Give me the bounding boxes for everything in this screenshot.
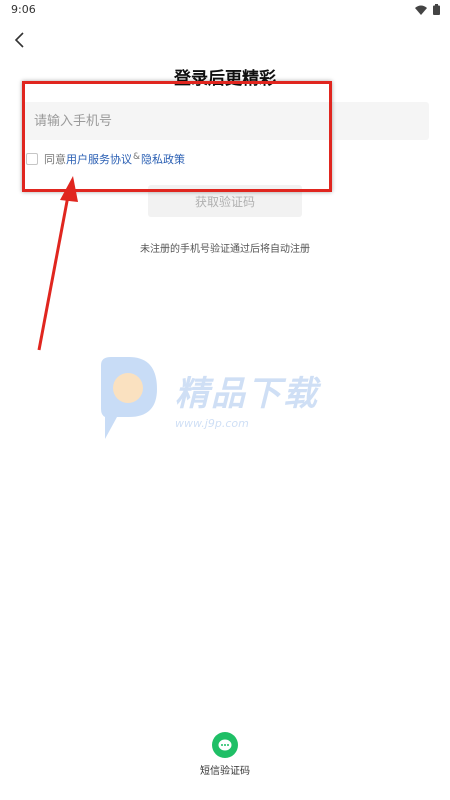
watermark-text: 精品下载 www.j9p.com <box>175 366 319 430</box>
sms-login-option[interactable]: 短信验证码 <box>175 732 275 777</box>
sms-login-label: 短信验证码 <box>200 766 250 777</box>
wifi-icon <box>415 5 427 15</box>
chevron-left-icon <box>14 32 24 48</box>
watermark-logo-icon <box>101 357 157 439</box>
watermark-url: www.j9p.com <box>175 417 249 430</box>
status-bar: 9:06 <box>0 0 450 22</box>
agreement-row: 同意 用户服务协议 & 隐私政策 <box>26 151 185 167</box>
agreement-separator: & <box>133 152 141 162</box>
status-time: 9:06 <box>11 3 36 16</box>
annotation-arrow <box>37 176 78 351</box>
privacy-policy-link[interactable]: 隐私政策 <box>141 151 185 167</box>
phone-number-input[interactable] <box>22 102 429 140</box>
watermark-title: 精品下载 <box>175 374 319 414</box>
chat-bubble-icon[interactable] <box>212 732 238 758</box>
back-button[interactable] <box>8 28 32 52</box>
watermark: 精品下载 www.j9p.com <box>95 355 319 441</box>
agree-prefix: 同意 <box>44 153 66 166</box>
user-agreement-link[interactable]: 用户服务协议 <box>66 151 132 167</box>
status-icons <box>415 4 440 15</box>
page-title: 登录后更精彩 <box>174 69 276 89</box>
agree-checkbox[interactable] <box>26 153 38 165</box>
battery-icon <box>433 4 440 15</box>
get-code-button[interactable]: 获取验证码 <box>148 185 302 217</box>
